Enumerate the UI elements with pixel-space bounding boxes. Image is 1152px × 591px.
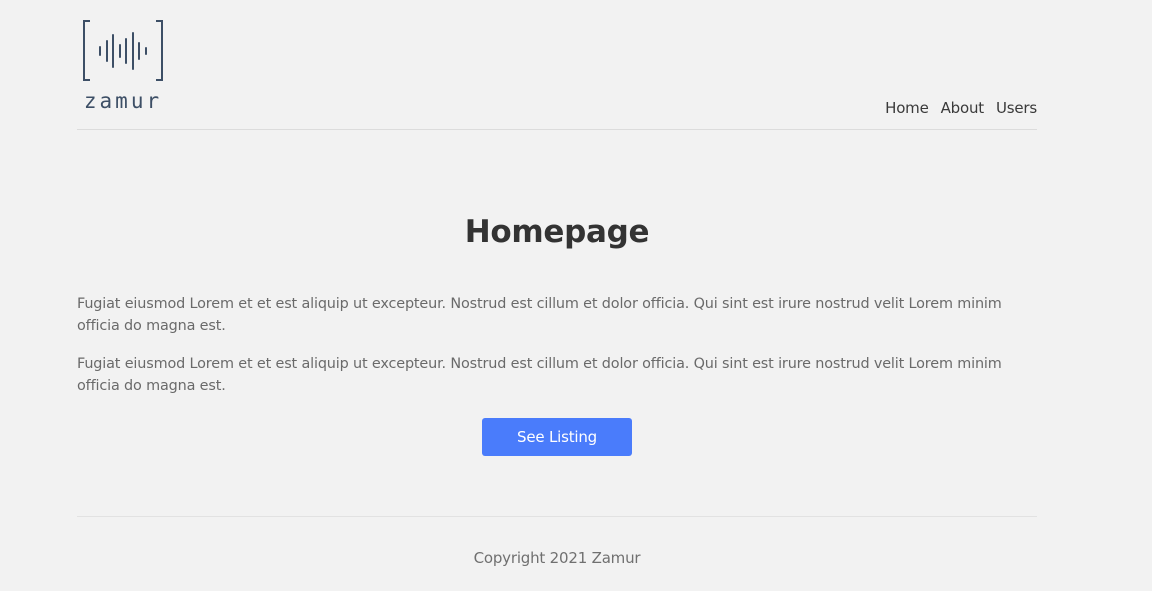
site-header: zamur Home About Users: [77, 0, 1037, 130]
site-footer: Copyright 2021 Zamur: [77, 516, 1037, 591]
logo-wordmark: zamur: [83, 89, 163, 113]
see-listing-button[interactable]: See Listing: [482, 418, 632, 456]
nav-link-users[interactable]: Users: [996, 97, 1037, 119]
page-title: Homepage: [464, 214, 650, 250]
copyright-text: Copyright 2021 Zamur: [473, 549, 641, 567]
top-nav: Home About Users: [885, 97, 1037, 119]
logo-link[interactable]: zamur: [82, 19, 164, 113]
nav-link-home[interactable]: Home: [885, 97, 929, 119]
intro-paragraph-2: Fugiat eiusmod Lorem et et est aliquip u…: [77, 356, 1002, 394]
soundwave-bracket-icon: [83, 20, 163, 81]
intro-paragraph-1: Fugiat eiusmod Lorem et et est aliquip u…: [77, 296, 1002, 334]
main-content: Homepage Fugiat eiusmod Lorem et et est …: [77, 130, 1037, 516]
nav-link-about[interactable]: About: [941, 97, 985, 119]
